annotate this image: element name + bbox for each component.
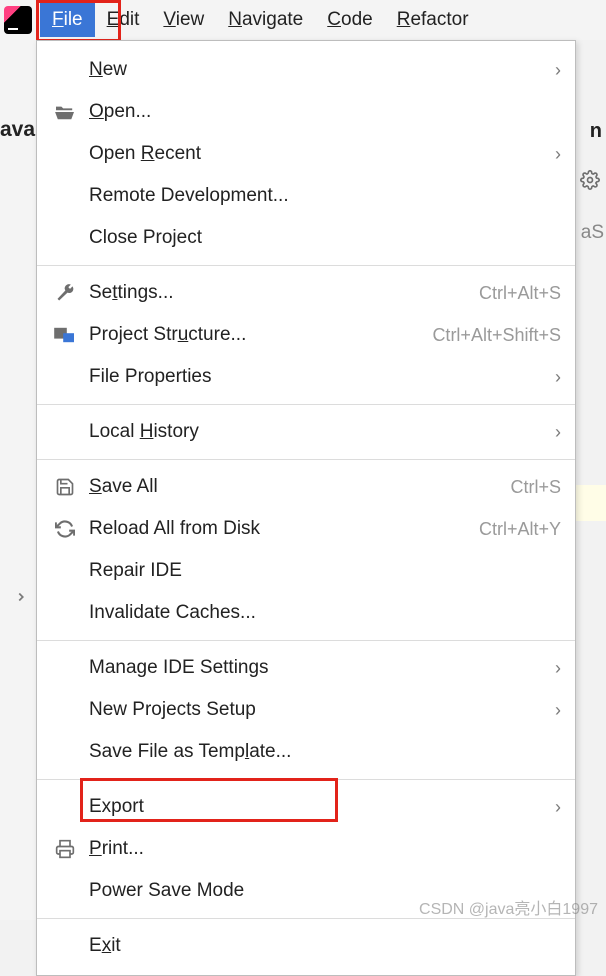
chevron-right-icon: › (555, 658, 561, 679)
menu-invalidate-caches[interactable]: Invalidate Caches... (37, 592, 575, 634)
menu-file-label: ile (64, 9, 83, 30)
chevron-right-icon: › (555, 422, 561, 443)
menu-refactor[interactable]: Refactor (385, 3, 481, 37)
bg-highlight-row (576, 485, 606, 521)
shortcut: Ctrl+S (510, 477, 561, 498)
menu-close-project[interactable]: Close Project (37, 217, 575, 259)
menu-exit[interactable]: Exit (37, 925, 575, 967)
menu-edit[interactable]: Edit (95, 3, 152, 37)
intellij-icon (4, 6, 32, 34)
menu-settings[interactable]: Settings... Ctrl+Alt+S (37, 272, 575, 314)
menu-new-projects-setup[interactable]: New Projects Setup › (37, 689, 575, 731)
chevron-right-icon: › (555, 700, 561, 721)
menu-local-history[interactable]: Local History › (37, 411, 575, 453)
menu-repair-ide[interactable]: Repair IDE (37, 550, 575, 592)
chevron-right-icon: › (555, 60, 561, 81)
menu-reload-from-disk[interactable]: Reload All from Disk Ctrl+Alt+Y (37, 508, 575, 550)
chevron-right-icon: › (555, 367, 561, 388)
shortcut: Ctrl+Alt+S (479, 283, 561, 304)
menu-open[interactable]: Open... (37, 91, 575, 133)
menu-navigate[interactable]: Navigate (216, 3, 315, 37)
bg-text-n: n (590, 120, 602, 143)
separator (37, 779, 575, 780)
menu-manage-ide-settings[interactable]: Manage IDE Settings › (37, 647, 575, 689)
menu-remote-dev[interactable]: Remote Development... (37, 175, 575, 217)
watermark: CSDN @java亮小白1997 (419, 895, 598, 919)
save-icon (51, 477, 79, 497)
bg-text-aS: aS (581, 222, 604, 244)
separator (37, 265, 575, 266)
gear-icon[interactable] (580, 170, 600, 196)
chevron-right-icon[interactable] (14, 588, 28, 610)
shortcut: Ctrl+Alt+Y (479, 519, 561, 540)
project-structure-icon (51, 326, 79, 344)
menu-project-structure[interactable]: Project Structure... Ctrl+Alt+Shift+S (37, 314, 575, 356)
menu-code[interactable]: Code (315, 3, 384, 37)
chevron-right-icon: › (555, 797, 561, 818)
menu-view[interactable]: View (151, 3, 216, 37)
separator (37, 404, 575, 405)
menubar: File Edit View Navigate Code Refactor (0, 0, 606, 40)
menu-print[interactable]: Print... (37, 828, 575, 870)
menu-file-properties[interactable]: File Properties › (37, 356, 575, 398)
print-icon (51, 839, 79, 859)
folder-open-icon (51, 103, 79, 121)
file-dropdown: New › Open... Open Recent › Remote Devel… (36, 40, 576, 976)
wrench-icon (51, 283, 79, 303)
menu-file[interactable]: File (40, 3, 95, 37)
left-gutter (0, 40, 36, 920)
menu-open-recent[interactable]: Open Recent › (37, 133, 575, 175)
menu-new[interactable]: New › (37, 49, 575, 91)
separator (37, 459, 575, 460)
shortcut: Ctrl+Alt+Shift+S (432, 325, 561, 346)
menu-save-as-template[interactable]: Save File as Template... (37, 731, 575, 773)
chevron-right-icon: › (555, 144, 561, 165)
menu-export[interactable]: Export › (37, 786, 575, 828)
reload-icon (51, 519, 79, 539)
separator (37, 640, 575, 641)
bg-text-ava: ava (0, 118, 35, 142)
menu-save-all[interactable]: Save All Ctrl+S (37, 466, 575, 508)
